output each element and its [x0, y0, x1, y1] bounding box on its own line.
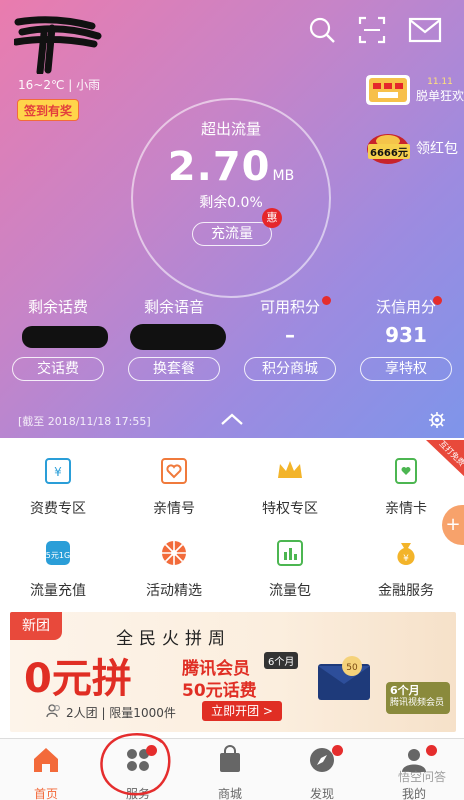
- checkin-badge[interactable]: 签到有奖: [17, 99, 80, 121]
- account-header: 16~2℃ | 小雨 签到有奖 11.11 脱单狂欢 6666元 领红包 超出流…: [0, 0, 464, 438]
- redpacket-icon: 6666元: [366, 131, 410, 165]
- data-recharge-icon: 5元1G: [46, 541, 70, 565]
- data-usage-value: 2.70 MB: [131, 144, 331, 190]
- mail-icon[interactable]: [408, 16, 442, 44]
- home-icon: [34, 748, 58, 772]
- promo-banner[interactable]: 新团 全民火拼周 0元拼 腾讯会员 6个月 50元话费 2人团 | 限量1000…: [10, 612, 456, 732]
- promo-double11[interactable]: 11.11 脱单狂欢: [365, 73, 464, 107]
- data-usage-unit: MB: [272, 168, 295, 184]
- stat-voice-label: 剩余语音: [143, 298, 204, 316]
- free-call-corner-tag[interactable]: 互打免费: [426, 439, 464, 480]
- service-data-pack-label: 流量包: [269, 583, 311, 599]
- redpacket-amount: 6666元: [368, 144, 410, 159]
- service-data-recharge-label: 流量充值: [30, 583, 86, 599]
- stat-credit-value: 931: [385, 323, 427, 347]
- redaction-balance: [22, 326, 108, 348]
- stat-points: 可用积分 – 积分商城: [232, 296, 348, 381]
- card-icon: [395, 458, 417, 484]
- tab-home[interactable]: 首页: [0, 745, 92, 800]
- svg-text:¥: ¥: [403, 554, 409, 564]
- bottom-tab-bar: 首页 服务 商城 发现 我的: [0, 738, 464, 800]
- service-tariff[interactable]: ¥ 资费专区: [0, 456, 116, 518]
- discover-notification-dot: [332, 745, 343, 756]
- tab-profile-label: 我的: [401, 787, 426, 800]
- money-bag-icon: ¥: [397, 543, 415, 565]
- promo-double11-badge: 11.11: [427, 76, 453, 87]
- discount-badge: 惠: [262, 208, 282, 228]
- profile-notification-dot: [426, 745, 437, 756]
- banner-group-info: 2人团 | 限量1000件: [66, 706, 176, 720]
- tab-shop-label: 商城: [217, 787, 242, 800]
- tariff-icon: ¥: [45, 458, 71, 484]
- service-tariff-label: 资费专区: [30, 501, 86, 517]
- redaction-scribble: [14, 16, 102, 74]
- service-finance-label: 金融服务: [378, 583, 434, 599]
- points-mall-button[interactable]: 积分商城: [244, 357, 336, 381]
- data-usage-title: 超出流量: [200, 120, 261, 138]
- svg-text:5元1G: 5元1G: [46, 551, 70, 560]
- group-people-icon: [46, 704, 60, 718]
- tab-shop[interactable]: 商城: [184, 745, 276, 800]
- tab-discover[interactable]: 发现: [276, 745, 368, 800]
- weather-text: 16~2℃ | 小雨: [18, 78, 101, 92]
- svg-text:¥: ¥: [54, 465, 62, 479]
- banner-title: 全民火拼周: [116, 629, 231, 649]
- promo-double11-label: 脱单狂欢: [415, 88, 464, 103]
- service-family-number[interactable]: 亲情号: [116, 456, 232, 518]
- family-icon: [161, 458, 187, 484]
- chevron-up-icon[interactable]: [220, 412, 244, 426]
- pay-bill-button[interactable]: 交话费: [12, 357, 104, 381]
- service-privilege-label: 特权专区: [262, 501, 318, 517]
- points-notification-dot: [322, 296, 331, 305]
- tencent-video-label: 腾讯视频会员: [390, 698, 445, 708]
- data-pack-icon: [277, 540, 303, 566]
- promo-double11-icon: [365, 75, 410, 105]
- svg-text:50: 50: [346, 663, 358, 673]
- hand-drawn-circle: [100, 733, 171, 796]
- privileges-button[interactable]: 享特权: [360, 357, 452, 381]
- service-finance[interactable]: ¥ 金融服务: [348, 538, 464, 600]
- banner-zero-price: 0元拼: [24, 656, 132, 702]
- stat-credit-label: 沃信用分: [375, 298, 436, 316]
- stat-balance-label: 剩余话费: [27, 298, 88, 316]
- service-family-number-label: 亲情号: [153, 501, 195, 517]
- recharge-data-button[interactable]: 充流量: [192, 222, 272, 246]
- stat-credit: 沃信用分 931 享特权: [348, 296, 464, 381]
- service-privilege[interactable]: 特权专区: [232, 456, 348, 518]
- envelope-illustration: 50: [318, 656, 370, 700]
- service-activities-label: 活动精选: [146, 583, 202, 599]
- tab-home-label: 首页: [33, 787, 58, 800]
- service-data-pack[interactable]: 流量包: [232, 538, 348, 600]
- promo-redpacket-label: 领红包: [416, 141, 458, 157]
- watermark: 悟空问答: [398, 770, 447, 784]
- wheel-icon: [162, 541, 186, 565]
- crown-icon: [278, 461, 302, 478]
- gear-icon[interactable]: [428, 411, 446, 429]
- tencent-video-months: 6个月: [390, 684, 420, 697]
- scan-icon[interactable]: [358, 16, 386, 44]
- shop-icon: [220, 745, 240, 772]
- start-group-button[interactable]: 立即开团 >: [202, 701, 282, 721]
- as-of-timestamp: [截至 2018/11/18 17:55]: [18, 415, 151, 428]
- search-icon[interactable]: [308, 16, 336, 44]
- data-usage-number: 2.70: [167, 144, 271, 190]
- tab-discover-label: 发现: [309, 787, 334, 800]
- tencent-video-card: 6个月 腾讯视频会员: [386, 682, 450, 714]
- banner-fee: 50元话费: [182, 681, 257, 701]
- stat-points-value: –: [285, 323, 295, 347]
- service-data-recharge[interactable]: 5元1G 流量充值: [0, 538, 116, 600]
- promo-redpacket[interactable]: 6666元 领红包: [366, 131, 458, 165]
- service-activities[interactable]: 活动精选: [116, 538, 232, 600]
- redaction-voice: [130, 324, 226, 350]
- credit-notification-dot: [433, 296, 442, 305]
- banner-months-badge: 6个月: [264, 652, 299, 669]
- account-stats: 剩余话费 交话费 剩余语音 换套餐 可用积分 – 积分商城 沃信用分 931 享…: [0, 296, 464, 386]
- change-plan-button[interactable]: 换套餐: [128, 357, 220, 381]
- data-remaining: 剩余0.0%: [199, 195, 263, 211]
- banner-tag: 新团: [10, 612, 62, 640]
- service-grid: ¥ 资费专区 亲情号 特权专区 亲情卡 5元1G 流量充值 活动精选 流量包 ¥…: [0, 440, 464, 610]
